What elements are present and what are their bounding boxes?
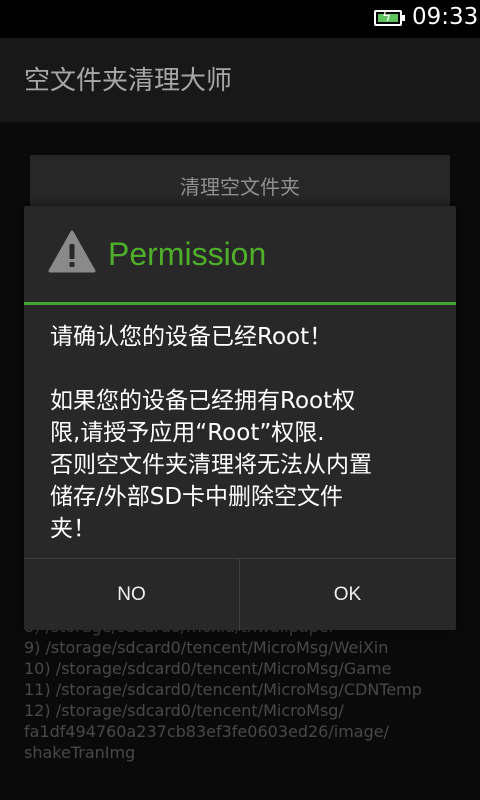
battery-charging-icon: ϟ [374, 9, 405, 26]
status-clock: 09:33 [412, 4, 479, 30]
dialog-message: 请确认您的设备已经Root！ 如果您的设备已经拥有Root权 限,请授予应用“R… [50, 321, 440, 545]
status-bar: ϟ 09:33 [0, 0, 480, 38]
dialog-title: Permission [108, 236, 267, 272]
message-line: 如果您的设备已经拥有Root权 [50, 388, 356, 414]
message-line: 请确认您的设备已经Root！ [50, 324, 333, 350]
message-line: 夹！ [50, 516, 96, 542]
dialog-title-divider [24, 302, 456, 305]
no-button[interactable]: NO [24, 559, 239, 631]
message-line: 限,请授予应用“Root”权限. [50, 420, 325, 446]
warning-icon [48, 230, 96, 273]
message-line: 储存/外部SD卡中删除空文件 [50, 484, 344, 510]
ok-button[interactable]: OK [240, 559, 455, 631]
dialog-header: Permission [24, 206, 456, 302]
charging-bolt-icon: ϟ [382, 9, 392, 25]
message-spacer [50, 353, 440, 385]
dialog-button-bar: NO OK [24, 558, 456, 631]
permission-dialog: Permission 请确认您的设备已经Root！ 如果您的设备已经拥有Root… [24, 206, 456, 631]
message-line: 否则空文件夹清理将无法从内置 [50, 452, 372, 478]
